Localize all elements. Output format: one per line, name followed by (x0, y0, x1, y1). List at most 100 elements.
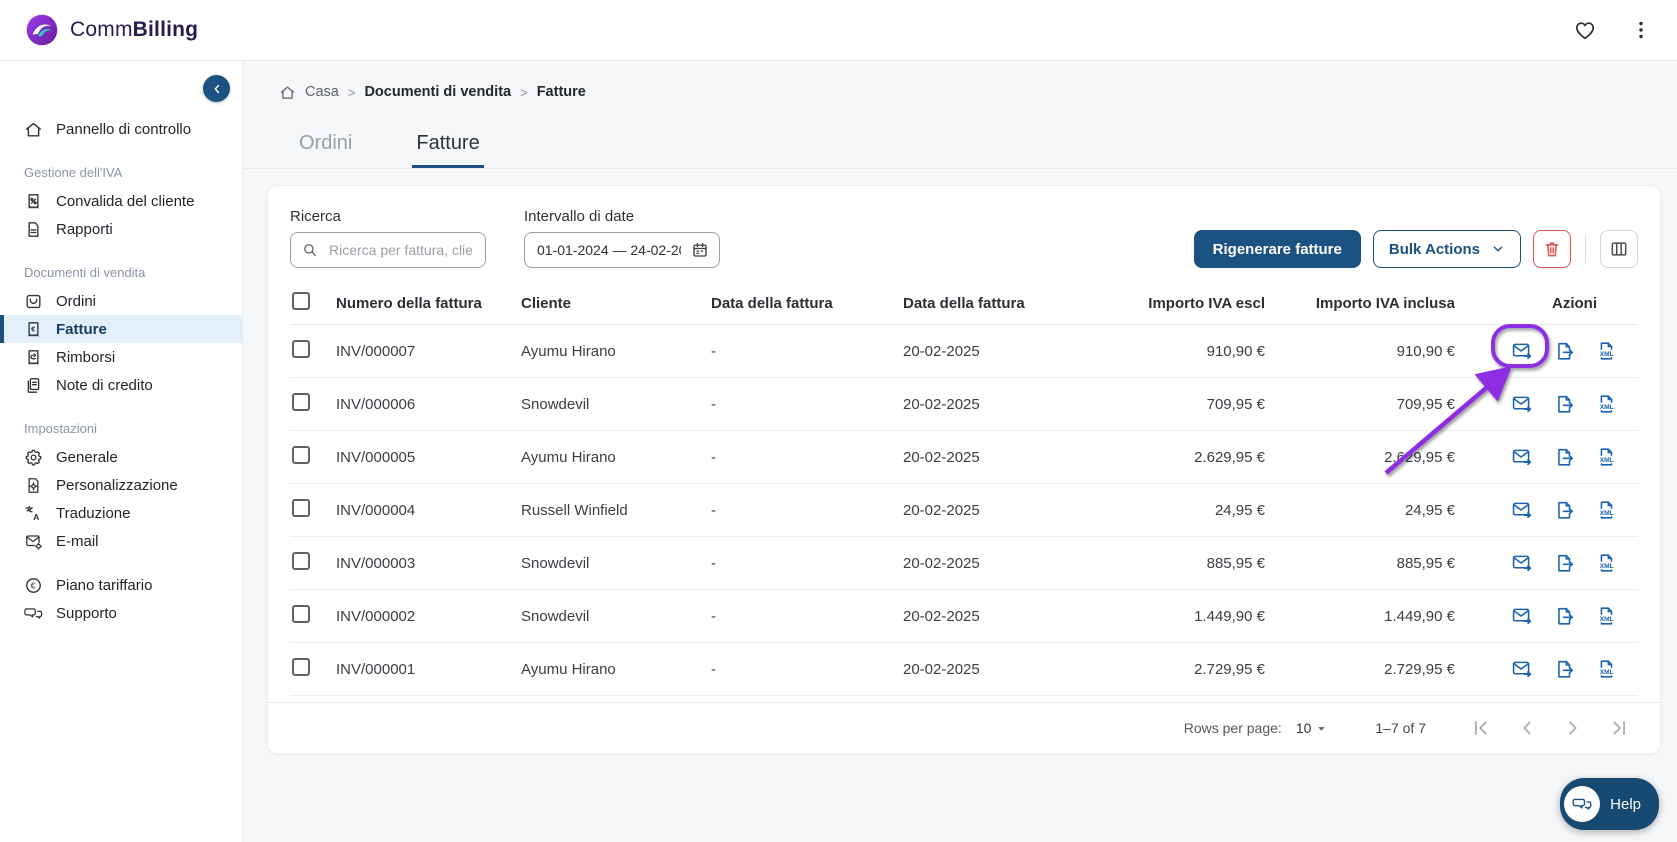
row-checkbox[interactable] (292, 552, 310, 570)
tab-bar: Ordini Fatture (243, 130, 1677, 169)
sidebar-section: € Piano tariffario Supporto (0, 571, 242, 627)
search-input-box[interactable] (290, 232, 486, 268)
svg-text:A: A (33, 512, 40, 522)
breadcrumb-sales-documents[interactable]: Documenti di vendita (364, 84, 511, 100)
sidebar-item-note-di-credito[interactable]: Note di credito (0, 371, 242, 399)
first-page-button[interactable] (1470, 717, 1492, 739)
sidebar-item-label: Generale (56, 448, 118, 466)
sidebar-item-piano-tariffario[interactable]: € Piano tariffario (0, 571, 242, 599)
row-checkbox[interactable] (292, 446, 310, 464)
receipt-euro-icon: € (24, 320, 43, 339)
row-checkbox[interactable] (292, 499, 310, 517)
delete-button[interactable] (1533, 230, 1571, 268)
sidebar-collapse-button[interactable] (203, 75, 230, 102)
invoice-number: INV/000004 (336, 501, 416, 519)
export-document-button[interactable] (1553, 605, 1575, 627)
send-email-button[interactable] (1511, 340, 1533, 362)
export-document-button[interactable] (1553, 446, 1575, 468)
invoice-date-2: 20-02-2025 (903, 554, 980, 572)
download-xml-button[interactable]: XML (1595, 605, 1617, 627)
sidebar-item-generale[interactable]: Generale (0, 443, 242, 471)
download-xml-button[interactable]: XML (1595, 340, 1617, 362)
sidebar-item-e-mail[interactable]: E-mail (0, 527, 242, 555)
sidebar-item-pannello-di-controllo[interactable]: Pannello di controllo (0, 115, 242, 143)
next-page-button[interactable] (1562, 717, 1584, 739)
tab-ordini[interactable]: Ordini (295, 130, 356, 168)
bulk-actions-button[interactable]: Bulk Actions (1372, 230, 1521, 268)
send-email-button[interactable] (1511, 393, 1533, 415)
help-button[interactable]: Help (1560, 778, 1659, 830)
sidebar-item-rapporti[interactable]: Rapporti (0, 215, 242, 243)
favorites-heart-icon[interactable] (1573, 18, 1597, 42)
date-range-input[interactable] (535, 241, 683, 259)
file-export-icon (1558, 448, 1574, 466)
download-xml-button[interactable]: XML (1595, 446, 1617, 468)
rows-per-page-select[interactable]: 10 (1296, 720, 1328, 736)
download-xml-button[interactable]: XML (1595, 393, 1617, 415)
send-email-button[interactable] (1511, 446, 1533, 468)
col-actions: Azioni (1552, 294, 1597, 312)
row-checkbox[interactable] (292, 605, 310, 623)
amount-excl-vat: 885,95 € (1206, 554, 1265, 572)
send-email-button[interactable] (1511, 605, 1533, 627)
sidebar-item-label: Convalida del cliente (56, 192, 195, 210)
export-document-button[interactable] (1553, 340, 1575, 362)
file-export-icon (1558, 395, 1574, 413)
export-document-button[interactable] (1553, 499, 1575, 521)
sidebar-item-rimborsi[interactable]: Rimborsi (0, 343, 242, 371)
last-page-button[interactable] (1608, 717, 1630, 739)
sidebar-item-convalida-del-cliente[interactable]: Convalida del cliente (0, 187, 242, 215)
download-xml-button[interactable]: XML (1595, 658, 1617, 680)
download-xml-button[interactable]: XML (1595, 499, 1617, 521)
amount-excl-vat: 2.729,95 € (1194, 660, 1265, 678)
date-range-input-box[interactable] (524, 232, 720, 268)
invoice-number: INV/000001 (336, 660, 416, 678)
sidebar-item-personalizzazione[interactable]: Personalizzazione (0, 471, 242, 499)
send-email-button[interactable] (1511, 658, 1533, 680)
sidebar-item-label: Rimborsi (56, 348, 116, 366)
rows-per-page-label: Rows per page: (1183, 720, 1282, 736)
row-checkbox[interactable] (292, 393, 310, 411)
sidebar-item-label: E-mail (56, 532, 99, 550)
tab-fatture[interactable]: Fatture (412, 130, 484, 168)
mail-send-icon (1512, 502, 1532, 519)
columns-settings-button[interactable] (1600, 230, 1638, 268)
brand: CommBilling (24, 12, 198, 48)
breadcrumb-separator: > (347, 84, 356, 100)
download-xml-button[interactable]: XML (1595, 552, 1617, 574)
search-label: Ricerca (290, 208, 341, 225)
top-bar: CommBilling (0, 0, 1677, 61)
export-document-button[interactable] (1553, 552, 1575, 574)
regenerate-invoices-button[interactable]: Rigenerare fatture (1193, 230, 1361, 268)
euro-circle-icon: € (24, 576, 43, 595)
kebab-menu-icon[interactable] (1629, 18, 1653, 42)
sidebar-item-ordini[interactable]: Ordini (0, 287, 242, 315)
sidebar-item-supporto[interactable]: Supporto (0, 599, 242, 627)
export-document-button[interactable] (1553, 393, 1575, 415)
sidebar-item-traduzione[interactable]: A Traduzione (0, 499, 242, 527)
table-body: INV/000007 Ayumu Hirano - 20-02-2025 910… (290, 325, 1638, 696)
search-icon (301, 241, 319, 259)
previous-page-button[interactable] (1516, 717, 1538, 739)
sidebar-item-fatture[interactable]: € Fatture (0, 315, 242, 343)
table-row: INV/000005 Ayumu Hirano - 20-02-2025 2.6… (290, 431, 1638, 484)
table-row: INV/000002 Snowdevil - 20-02-2025 1.449,… (290, 590, 1638, 643)
send-email-button[interactable] (1511, 499, 1533, 521)
send-email-button[interactable] (1511, 552, 1533, 574)
row-checkbox[interactable] (292, 658, 310, 676)
select-all-checkbox[interactable] (292, 292, 310, 310)
svg-text:XML: XML (1600, 669, 1614, 676)
sidebar-item-label: Supporto (56, 604, 117, 622)
client-name: Snowdevil (521, 554, 590, 572)
amount-excl-vat: 24,95 € (1214, 501, 1265, 519)
client-name: Snowdevil (521, 395, 590, 413)
amount-incl-vat: 2.729,95 € (1384, 660, 1455, 678)
sidebar-section: Pannello di controllo (0, 115, 242, 143)
table-row: INV/000006 Snowdevil - 20-02-2025 709,95… (290, 378, 1638, 431)
sidebar-item-label: Note di credito (56, 376, 153, 394)
breadcrumb-home[interactable]: Casa (305, 84, 339, 100)
search-input[interactable] (327, 241, 475, 259)
row-checkbox[interactable] (292, 340, 310, 358)
export-document-button[interactable] (1553, 658, 1575, 680)
svg-text:XML: XML (1600, 563, 1614, 570)
